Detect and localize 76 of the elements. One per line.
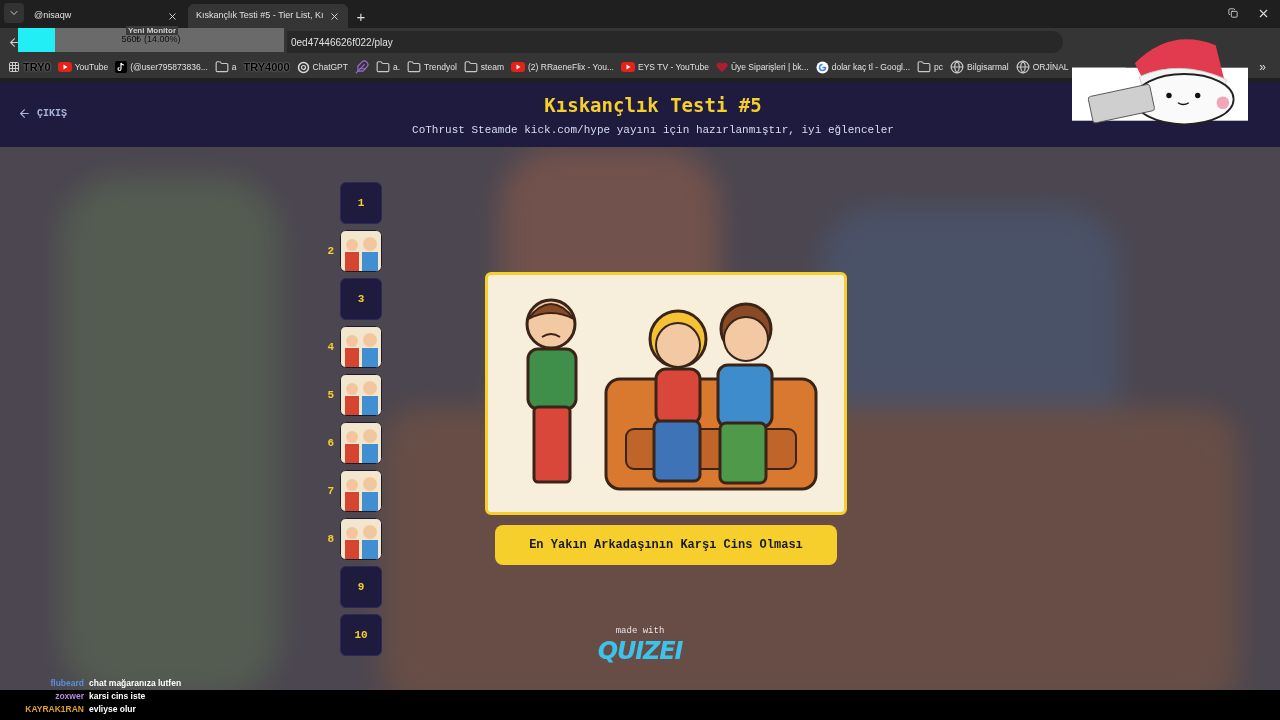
tier-number: 2 <box>327 244 334 257</box>
bookmark-item[interactable]: a <box>214 60 237 74</box>
apps-icon[interactable] <box>8 61 20 73</box>
more-bookmarks-button[interactable]: » <box>1259 58 1266 76</box>
note-icon <box>115 61 128 73</box>
bookmark-item[interactable]: Üye Siparişleri | bk... <box>715 60 809 74</box>
folder-icon <box>214 60 229 74</box>
browser-tab[interactable]: @nisaqw <box>26 4 186 28</box>
thumbnail-illustration <box>340 518 382 560</box>
globe-icon <box>950 60 965 74</box>
chat-message: karsi cins iste <box>89 690 146 702</box>
new-tab-button[interactable]: + <box>356 9 366 24</box>
folder-icon <box>463 60 478 74</box>
bookmark-item[interactable]: EYS TV - YouTube <box>621 60 709 74</box>
g-logo-icon <box>815 60 829 74</box>
bookmark-item[interactable]: pc <box>917 60 944 74</box>
heart-icon <box>715 61 728 73</box>
thumbnail-illustration <box>340 230 382 272</box>
bookmark-item[interactable]: Bilgisarmal <box>950 60 1009 74</box>
chat-username: KAYRAK1RAN <box>24 703 84 715</box>
goal-progress-text: 560₺ (14.00%) <box>121 33 181 47</box>
tab-title: @nisaqw <box>34 9 73 23</box>
quiz-subtitle: CoThrust Steamde kick.com/hype yayını için hazırlanmıştır, iyi eğlenceler <box>412 122 894 138</box>
tab-title: Kıskançlık Testi #5 - Tier List, Kı <box>196 9 324 23</box>
bookmark-item[interactable]: steam <box>463 60 504 74</box>
bookmark-item[interactable] <box>355 60 369 74</box>
bookmark-item[interactable]: (2) RRaeneFlix - You... <box>511 60 614 74</box>
item-caption: En Yakın Arkadaşının Karşı Cins Olması <box>495 525 837 565</box>
tier-slot[interactable]: 3 <box>340 278 382 320</box>
thumbnail-illustration <box>340 374 382 416</box>
bookmark-item[interactable]: a. <box>376 60 401 74</box>
folder-icon <box>407 60 422 74</box>
close-icon[interactable] <box>1257 7 1270 20</box>
goal-end-label: TRY4000 <box>243 59 290 75</box>
chat-username: flubeard <box>49 677 84 689</box>
tab-list-button[interactable] <box>4 3 24 23</box>
thumbnail-illustration <box>340 470 382 512</box>
tier-slot[interactable]: 9 <box>340 566 382 608</box>
back-icon[interactable] <box>8 35 21 49</box>
tier-number: 7 <box>327 484 334 497</box>
knot-icon <box>296 60 310 74</box>
close-icon[interactable] <box>329 10 341 22</box>
feather-icon <box>355 60 369 74</box>
tier-slot[interactable]: 10 <box>340 614 382 656</box>
thumbnail-illustration <box>340 326 382 368</box>
exit-link[interactable]: ÇIKIŞ <box>18 106 67 121</box>
restore-icon[interactable] <box>1228 8 1238 18</box>
address-field[interactable]: 0ed47446626f022/play <box>287 31 1063 53</box>
tier-number: 4 <box>327 340 334 353</box>
chat-message: chat mağaranıza lutfen <box>89 677 182 689</box>
browser-tab[interactable]: Kıskançlık Testi #5 - Tier List, Kı <box>188 4 349 28</box>
play-icon <box>621 62 635 72</box>
goal-title: Yeni Monitor <box>126 26 178 35</box>
arrow-left-icon <box>18 107 31 120</box>
folder-icon <box>376 60 390 74</box>
chat-username: zoxwer <box>54 690 84 702</box>
thumbnail-illustration <box>340 422 382 464</box>
tier-number: 8 <box>327 532 334 545</box>
bookmark-item[interactable]: (@user795873836... <box>115 60 208 74</box>
bookmark-item[interactable]: dolar kaç tl - Googl... <box>815 60 911 74</box>
made-with-label: made with <box>615 625 665 638</box>
play-icon <box>57 62 72 72</box>
tier-number: 6 <box>327 436 334 449</box>
play-icon <box>511 62 525 72</box>
bookmark-item[interactable]: YouTube <box>57 60 109 74</box>
quiz-title: Kıskançlık Testi #5 <box>544 93 762 118</box>
bookmark-item[interactable]: ChatGPT <box>296 60 348 74</box>
globe-icon <box>1015 60 1030 74</box>
brand-logo[interactable]: QUIZEI <box>597 638 683 663</box>
folder-icon <box>917 60 932 74</box>
tier-slot[interactable]: 1 <box>340 182 382 224</box>
bookmark-item[interactable]: ORJİNAL <box>1015 60 1069 74</box>
bookmark-item[interactable]: Trendyol <box>407 60 457 74</box>
close-icon[interactable] <box>167 10 178 22</box>
chat-message: evliyse olur <box>89 703 136 715</box>
tier-number: 5 <box>327 388 334 401</box>
